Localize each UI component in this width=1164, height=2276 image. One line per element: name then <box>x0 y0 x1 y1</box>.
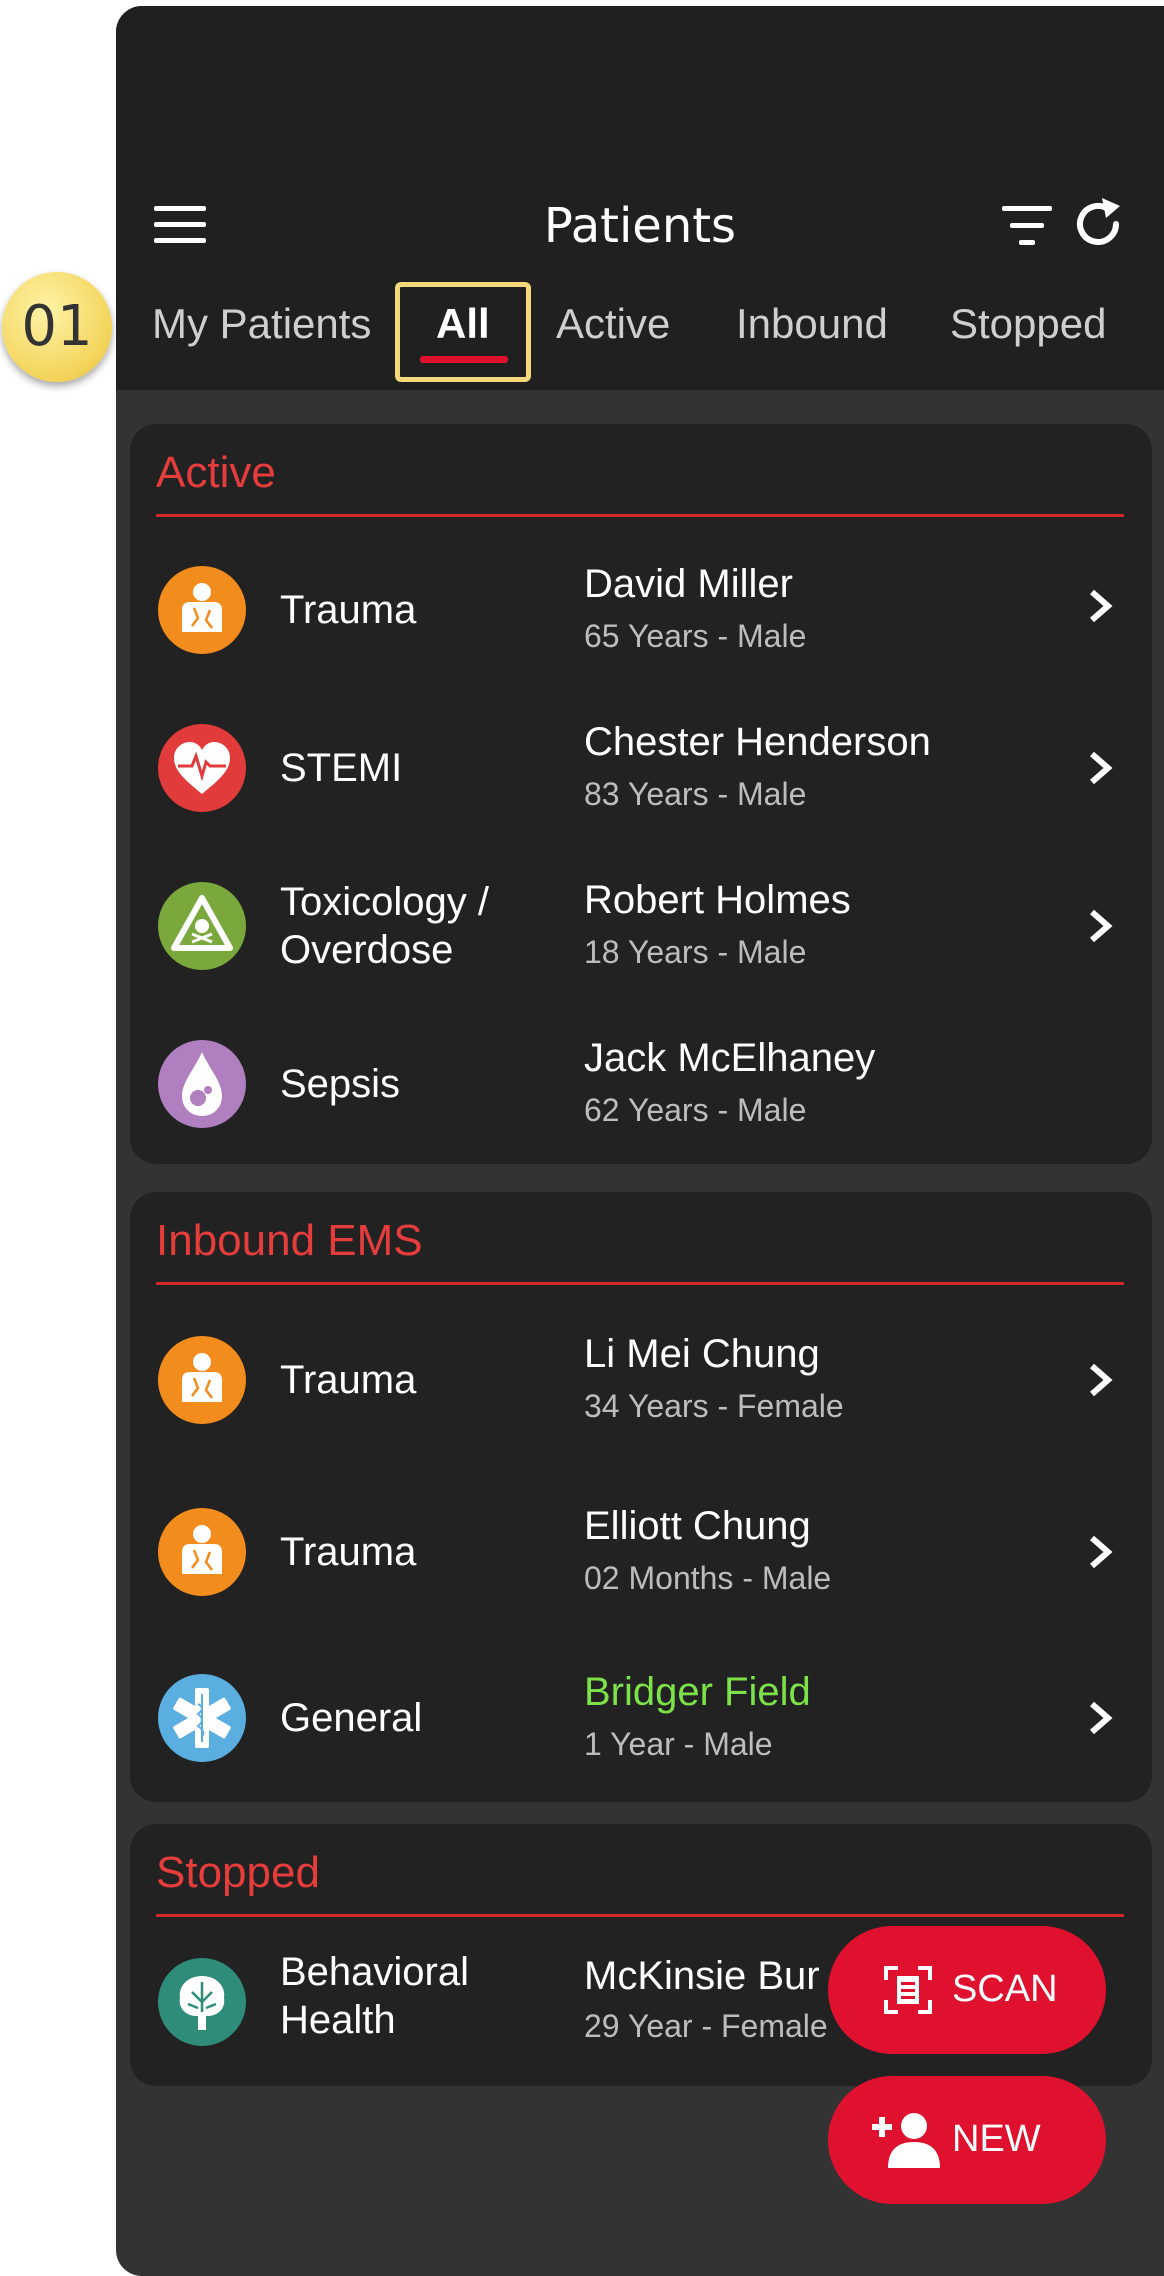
active-tab-indicator <box>420 356 508 363</box>
patient-age-sex: 65 Years - Male <box>584 618 807 654</box>
trauma-icon <box>158 1336 246 1424</box>
patient-age-sex: 1 Year - Male <box>584 1726 773 1762</box>
patient-name: Jack McElhaney <box>584 1036 876 1080</box>
section-title: Inbound EMS <box>156 1216 423 1265</box>
chevron-right-icon <box>1090 1701 1113 1735</box>
tab-stopped[interactable]: Stopped <box>950 300 1106 348</box>
heart-ecg-icon <box>158 724 246 812</box>
chevron-right-icon <box>1090 751 1113 785</box>
section-divider <box>156 514 1124 517</box>
add-user-icon <box>872 2113 940 2168</box>
tab-inbound[interactable]: Inbound <box>736 300 888 348</box>
patient-name: Robert Holmes <box>584 878 851 922</box>
category-label: Trauma <box>280 1530 417 1574</box>
scan-button-label: SCAN <box>952 1968 1058 2010</box>
trauma-icon <box>158 1508 246 1596</box>
app-header: Patients My Patients All Active Inbound … <box>116 6 1164 390</box>
brain-tree-icon <box>158 1958 246 2046</box>
trauma-icon <box>158 566 246 654</box>
patient-name: Li Mei Chung <box>584 1332 820 1376</box>
category-label: Toxicology / Overdose <box>280 880 489 972</box>
toxic-warning-icon <box>158 882 246 970</box>
patient-row[interactable]: STEMI Chester Henderson 83 Years - Male <box>130 692 1152 842</box>
chevron-right-icon <box>1090 909 1113 943</box>
new-button-label: NEW <box>952 2118 1041 2160</box>
section-divider <box>156 1914 1124 1917</box>
category-label: General <box>280 1696 423 1740</box>
patient-row[interactable]: Trauma Elliott Chung 02 Months - Male <box>130 1476 1152 1626</box>
patient-age-sex: 34 Years - Female <box>584 1388 844 1424</box>
patient-filter-tabs: My Patients All Active Inbound Stopped <box>116 276 1164 386</box>
patient-age-sex: 62 Years - Male <box>584 1092 807 1128</box>
section-title: Stopped <box>156 1848 320 1897</box>
patient-name: David Miller <box>584 562 793 606</box>
patient-age-sex: 83 Years - Male <box>584 776 807 812</box>
section-divider <box>156 1282 1124 1285</box>
chevron-right-icon <box>1090 1363 1113 1397</box>
section-inbound-ems: Inbound EMS Trauma Li Mei Chung 34 Years… <box>130 1192 1152 1802</box>
new-patient-button[interactable]: NEW <box>828 2076 1106 2204</box>
section-title: Active <box>156 448 276 497</box>
tab-my-patients[interactable]: My Patients <box>152 300 371 348</box>
patient-row[interactable]: Trauma Li Mei Chung 34 Years - Female <box>130 1304 1152 1454</box>
filter-icon[interactable] <box>1000 204 1056 250</box>
refresh-icon[interactable] <box>1072 196 1128 252</box>
tab-active[interactable]: Active <box>556 300 670 348</box>
blood-drop-icon <box>158 1040 246 1128</box>
scan-button[interactable]: SCAN <box>828 1926 1106 2054</box>
patient-age-sex: 18 Years - Male <box>584 934 807 970</box>
tab-all[interactable]: All <box>436 300 490 348</box>
category-label: Behavioral Health <box>280 1950 470 2042</box>
star-of-life-icon <box>158 1674 246 1762</box>
section-active: Active Trauma David Miller 65 Years - Ma… <box>130 424 1152 1164</box>
patient-age-sex: 29 Year - Female <box>584 2008 828 2044</box>
patient-name: Chester Henderson <box>584 720 931 764</box>
patient-row[interactable]: Trauma David Miller 65 Years - Male <box>130 534 1152 684</box>
patient-name: Elliott Chung <box>584 1504 811 1548</box>
chevron-right-icon <box>1090 589 1113 623</box>
category-label: Trauma <box>280 588 417 632</box>
category-label: Trauma <box>280 1358 417 1402</box>
patient-row[interactable]: Sepsis Jack McElhaney 62 Years - Male <box>130 1008 1152 1158</box>
category-label: STEMI <box>280 746 403 790</box>
tutorial-step-badge: 01 <box>2 272 112 382</box>
patient-row[interactable]: General Bridger Field 1 Year - Male <box>130 1642 1152 1792</box>
category-label: Sepsis <box>280 1062 401 1106</box>
phone-screen: Patients My Patients All Active Inbound … <box>116 6 1164 2276</box>
patient-row[interactable]: Toxicology / Overdose Robert Holmes 18 Y… <box>130 850 1152 1000</box>
patient-name: Bridger Field <box>584 1670 811 1714</box>
chevron-right-icon <box>1090 1535 1113 1569</box>
scan-barcode-icon <box>884 1966 932 2014</box>
patient-age-sex: 02 Months - Male <box>584 1560 832 1596</box>
patient-name: McKinsie Bur <box>584 1954 820 1998</box>
